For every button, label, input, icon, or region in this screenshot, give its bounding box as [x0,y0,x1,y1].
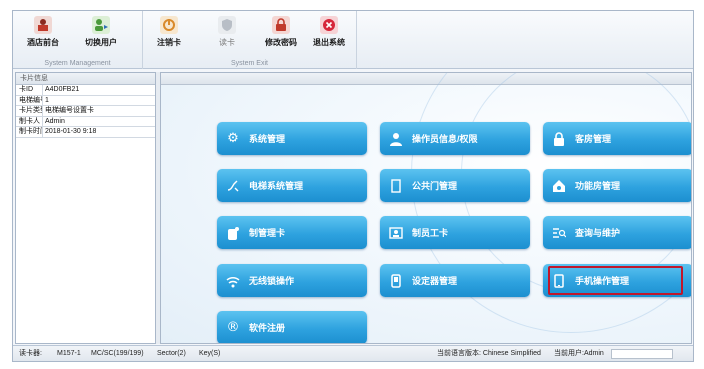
device-icon [388,273,404,289]
tile-elevator-system[interactable]: 电梯系统管理 [217,169,367,202]
tile-label: 制员工卡 [412,228,449,238]
card-info-row: 卡片类型 电梯编号设置卡 [16,106,155,117]
tile-software-registration[interactable]: ® 软件注册 [217,311,367,343]
tile-label: 系统管理 [249,134,286,144]
exit-system-label: 退出系统 [313,38,345,47]
system-management-caption: System Management [44,60,111,67]
cancel-card-icon [160,16,178,34]
system-exit-caption: System Exit [231,60,268,67]
exit-system-button[interactable]: 退出系统 [307,14,351,54]
front-desk-button[interactable]: 酒店前台 [21,14,65,54]
tile-label: 公共门管理 [412,181,458,191]
tile-public-door[interactable]: 公共门管理 [380,169,530,202]
tile-function-room[interactable]: 功能房管理 [543,169,691,202]
tile-system-management[interactable]: ⚙ 系统管理 [217,122,367,155]
wireless-icon [225,273,241,289]
tile-label: 查询与维护 [575,228,621,238]
user-icon [388,131,404,147]
reader-model: M157-1 [57,350,81,357]
card-info-value: 电梯编号设置卡 [45,107,94,114]
reader-label: 读卡器: [19,350,42,357]
card-info-key: 卡ID [16,85,43,95]
exit-icon [320,16,338,34]
front-desk-icon [34,16,52,34]
tile-label: 客房管理 [575,134,612,144]
tile-label: 操作员信息/权限 [412,134,478,144]
search-list-icon [551,225,567,241]
sector-status: Sector(2) [157,350,186,357]
tile-operator-permissions[interactable]: 操作员信息/权限 [380,122,530,155]
function-room-icon [551,178,567,194]
card-info-value: 1 [45,96,49,104]
tile-query-maintenance[interactable]: 查询与维护 [543,216,691,249]
id-card-icon [388,225,404,241]
card-info-key: 卡片类型 [16,106,43,116]
tile-label: 无线锁操作 [249,276,295,286]
card-info-value: A4D0FB21 [45,86,80,93]
tile-make-staff-card[interactable]: 制员工卡 [380,216,530,249]
read-card-label: 读卡 [219,38,235,47]
card-info-key: 制卡时间 [16,127,43,137]
tile-label: 设定器管理 [412,276,458,286]
tile-configurator[interactable]: 设定器管理 [380,264,530,297]
ribbon-toolbar: 酒店前台 切换用户 System Management 注销卡 读卡 修改密码 … [13,11,693,69]
switch-user-icon [92,16,110,34]
tile-label: 制管理卡 [249,228,286,238]
card-info-value: Admin [45,117,65,125]
mobile-icon [551,273,567,289]
tile-label: 电梯系统管理 [249,181,304,191]
card-info-key: 电梯编号 [16,95,43,105]
switch-user-label: 切换用户 [85,38,117,47]
tile-label: 软件注册 [249,323,286,333]
tile-label: 功能房管理 [575,181,621,191]
reader-info: MC/SC(199/199) [91,350,144,357]
elevator-icon [225,178,241,194]
status-bar: 读卡器: M157-1 MC/SC(199/199) Sector(2) Key… [13,345,693,361]
tile-mobile-operation[interactable]: 手机操作管理 [543,264,691,297]
card-icon [225,225,241,241]
app-window: 酒店前台 切换用户 System Management 注销卡 读卡 修改密码 … [12,10,694,362]
switch-user-button[interactable]: 切换用户 [79,14,123,54]
card-info-row: 电梯编号 1 [16,95,155,106]
main-menu-area: ⚙ 系统管理 操作员信息/权限 客房管理 电梯系统管理 公共门管理 功能房管理 … [160,72,692,344]
front-desk-label: 酒店前台 [27,38,59,47]
lock-icon [551,131,567,147]
card-info-panel: 卡片信息 卡ID A4D0FB21 电梯编号 1 卡片类型 电梯编号设置卡 制卡… [15,72,156,344]
lock-icon [272,16,290,34]
card-info-title: 卡片信息 [16,73,155,85]
read-card-button[interactable]: 读卡 [205,14,249,54]
gear-icon: ⚙ [227,131,239,146]
language-status: 当前语言版本: Chinese Simplified [437,350,541,357]
card-info-value: 2018-01-30 9:18 [45,128,97,135]
tile-make-management-card[interactable]: 制管理卡 [217,216,367,249]
system-exit-group: 注销卡 读卡 修改密码 退出系统 System Exit [143,11,357,69]
card-info-row: 制卡人 Admin [16,116,155,127]
change-password-button[interactable]: 修改密码 [259,14,303,54]
door-icon [388,178,404,194]
card-info-key: 制卡人 [16,116,43,126]
card-info-row: 卡ID A4D0FB21 [16,85,155,96]
tile-wireless-lock[interactable]: 无线锁操作 [217,264,367,297]
cancel-card-button[interactable]: 注销卡 [147,14,191,54]
change-password-label: 修改密码 [265,38,297,47]
current-user-status: 当前用户:Admin [554,350,604,357]
cancel-card-label: 注销卡 [157,38,181,47]
system-management-group: 酒店前台 切换用户 System Management [13,11,143,69]
tile-room-management[interactable]: 客房管理 [543,122,691,155]
key-status: Key(S) [199,350,221,357]
status-input-box [611,349,673,359]
tile-label: 手机操作管理 [575,276,630,286]
registered-icon: ® [226,320,240,335]
card-info-row: 制卡时间 2018-01-30 9:18 [16,127,155,138]
read-card-icon [218,16,236,34]
